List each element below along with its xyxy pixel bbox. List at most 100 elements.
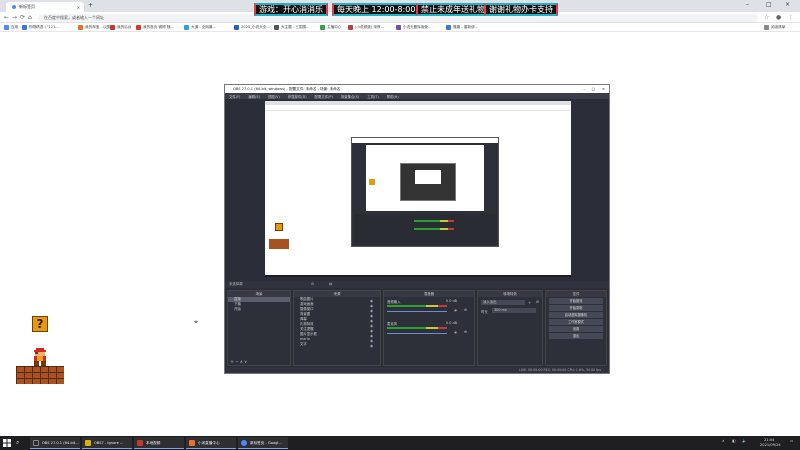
studio-mode-button[interactable]: 工作室模式 [549,319,603,325]
taskbar-item-video[interactable]: 本地视频 [134,437,184,449]
menu-view[interactable]: 视图(V) [268,94,280,99]
audio-meter [387,327,447,329]
windows-start-icon[interactable] [3,439,11,447]
obs-status-bar: LIVE: 00:00:00 REC: 00:00:00 CPU: 1.6%, … [225,367,609,373]
bookmark-item[interactable]: 大主题 - 三国搜... [274,25,310,30]
clock-time[interactable]: 21:04 [764,438,774,442]
nested-preview-core [415,170,441,184]
banner-schedule: 每天晚上 12:00-8:00 [332,3,421,16]
bookmark-apps[interactable]: 应用 [4,25,18,30]
scene-item[interactable]: 开始 [228,307,290,312]
banner-no-minors: 禁止未成年送礼物 [416,3,490,16]
duration-label: 时长 [481,310,488,314]
bookmark-item[interactable]: 我的首页 微博 随... [136,25,174,30]
bookmark-favicon-icon [234,25,239,30]
back-icon[interactable]: ← [4,14,9,21]
menu-file[interactable]: 文件(F) [229,94,240,99]
bookmark-item[interactable]: 2020_小说大全... [234,25,270,30]
forward-icon[interactable]: → [12,14,17,21]
reload-icon[interactable]: ⟳ [20,14,25,21]
obs-close-button[interactable]: × [602,85,605,93]
reading-list-icon [764,25,769,30]
obs-menu-bar: 文件(F) 编辑(E) 视图(V) 停靠部件(D) 配置文件(P) 场景集合(S… [225,93,609,99]
notification-icon[interactable]: ▭ [790,439,793,443]
bookmark-item[interactable]: 主播中心 [320,25,341,30]
volume-icon[interactable]: 🔈 [742,439,746,443]
transition-gear-icon[interactable]: ⚙ [536,300,539,304]
properties-gear-icon[interactable]: ⚙ [311,281,314,288]
preview-browser-capture [265,101,571,275]
search-icon[interactable]: ⌕ [16,439,19,447]
nested-meter [414,220,454,222]
close-window-button[interactable]: × [785,1,790,8]
taskbar-item-obs7[interactable]: OBS7 - Ignore ... [82,437,132,449]
bookmark-item[interactable]: 小说无删除版免... [396,25,432,30]
taskbar: ⌕ OBS 27.0.1 (64-bit... OBS7 - Ignore ..… [0,436,800,450]
preview-nested-obs [351,137,499,247]
duration-input[interactable]: 300 ms [492,308,536,313]
transition-add-icon[interactable]: ＋ [528,300,531,305]
app-icon [85,440,91,446]
bookmark-item[interactable]: 购物精选 | "121... [22,25,59,30]
reading-list[interactable]: 阅读清单 [764,25,785,30]
profile-icon[interactable]: ● [776,14,781,21]
tray-chevron-icon[interactable]: ∧ [722,439,725,443]
scene-add-remove-buttons[interactable]: ＋ − ∧ ∨ [230,359,247,365]
menu-icon[interactable]: ⋮ [788,14,794,21]
bookmark-favicon-icon [396,25,401,30]
volume-slider[interactable] [387,333,447,334]
bookmark-item[interactable]: (小说频道) 深夜... [348,25,384,30]
controls-title: 控件 [546,291,606,297]
browser-tab[interactable]: 新标签页 × [6,2,84,12]
nested-docks [354,214,496,244]
virtual-camera-button[interactable]: 启动虚拟摄像机 [549,312,603,318]
menu-help[interactable]: 帮助(H) [387,94,399,99]
maximize-button[interactable]: □ [766,1,772,8]
start-recording-button[interactable]: 开始录制 [549,305,603,311]
menu-edit[interactable]: 编辑(E) [248,94,260,99]
settings-button[interactable]: 设置 [549,326,603,332]
taskbar-item-obs[interactable]: OBS 27.0.1 (64-bit... [30,437,80,449]
taskbar-item-live-center[interactable]: 小米直播中心 [186,437,236,449]
home-icon[interactable]: ⌂ [28,14,32,21]
bookmark-item[interactable]: 大道 - 全网最... [184,25,216,30]
transitions-title: 转场特效 [478,291,542,297]
bookmark-item[interactable]: 我的淘宝 - 以图... [78,25,114,30]
exit-button[interactable]: 退出 [549,333,603,339]
preview-question-block-icon [369,179,375,185]
source-item[interactable]: 文字 [294,342,380,347]
bookmark-item[interactable]: 我的后台 [110,25,131,30]
network-icon[interactable]: ◧ [732,439,735,443]
bookmark-item[interactable]: 雅趣 - 重新使... [446,25,478,30]
bookmarks-bar: 应用 购物精选 | "121... 我的淘宝 - 以图... 我的后台 我的首页… [0,23,800,32]
obs-window: OBS 27.0.1 (64-bit, windows) - 配置文件: 未命名… [224,84,610,374]
taskbar-item-chrome[interactable]: 新标签页 - Googl... [238,437,288,449]
mixer-channel-name: 麦克风 [387,322,398,326]
mixer-gear-icon[interactable]: ⚙ [464,308,467,312]
menu-docks[interactable]: 停靠部件(D) [288,94,307,99]
obs-preview[interactable] [265,101,571,277]
filters-icon[interactable]: ▤ [329,281,332,288]
live-center-icon [189,440,195,446]
transition-select[interactable]: 淡入淡出 [481,300,525,305]
speaker-icon[interactable]: 🔈 [454,330,458,334]
mario-sprite-icon [34,348,46,366]
preview-bookmarks [265,105,571,111]
source-visibility-eye-icon[interactable]: ◉ ◉ ◉ ◉ ◉ ◉ ◉ ◉ ◉ ◉ [370,299,373,349]
volume-slider[interactable] [387,311,447,312]
obs-minimize-button[interactable]: – [583,85,585,93]
new-tab-button[interactable]: + [88,2,93,9]
menu-tools[interactable]: 工具(T) [367,94,379,99]
speaker-icon[interactable]: 🔈 [454,308,458,312]
start-streaming-button[interactable]: 开始推流 [549,298,603,304]
minimize-button[interactable]: – [746,1,749,8]
mixer-gear-icon[interactable]: ⚙ [464,330,467,334]
banner-game: 游戏：开心消消乐 [254,3,328,16]
star-icon[interactable]: ☆ [764,14,769,21]
menu-profile[interactable]: 配置文件(P) [315,94,333,99]
tab-close-icon[interactable]: × [77,5,80,10]
clock-date[interactable]: 2021/09/24 [760,443,781,447]
sources-dock: 来源 歌曲图片 游戏画面 摄像窗口 背景图 弹幕 礼物特效 关注提醒 图片显示框… [293,290,381,366]
obs-maximize-button[interactable]: □ [592,85,595,93]
menu-scene-collection[interactable]: 场景集合(S) [341,94,359,99]
